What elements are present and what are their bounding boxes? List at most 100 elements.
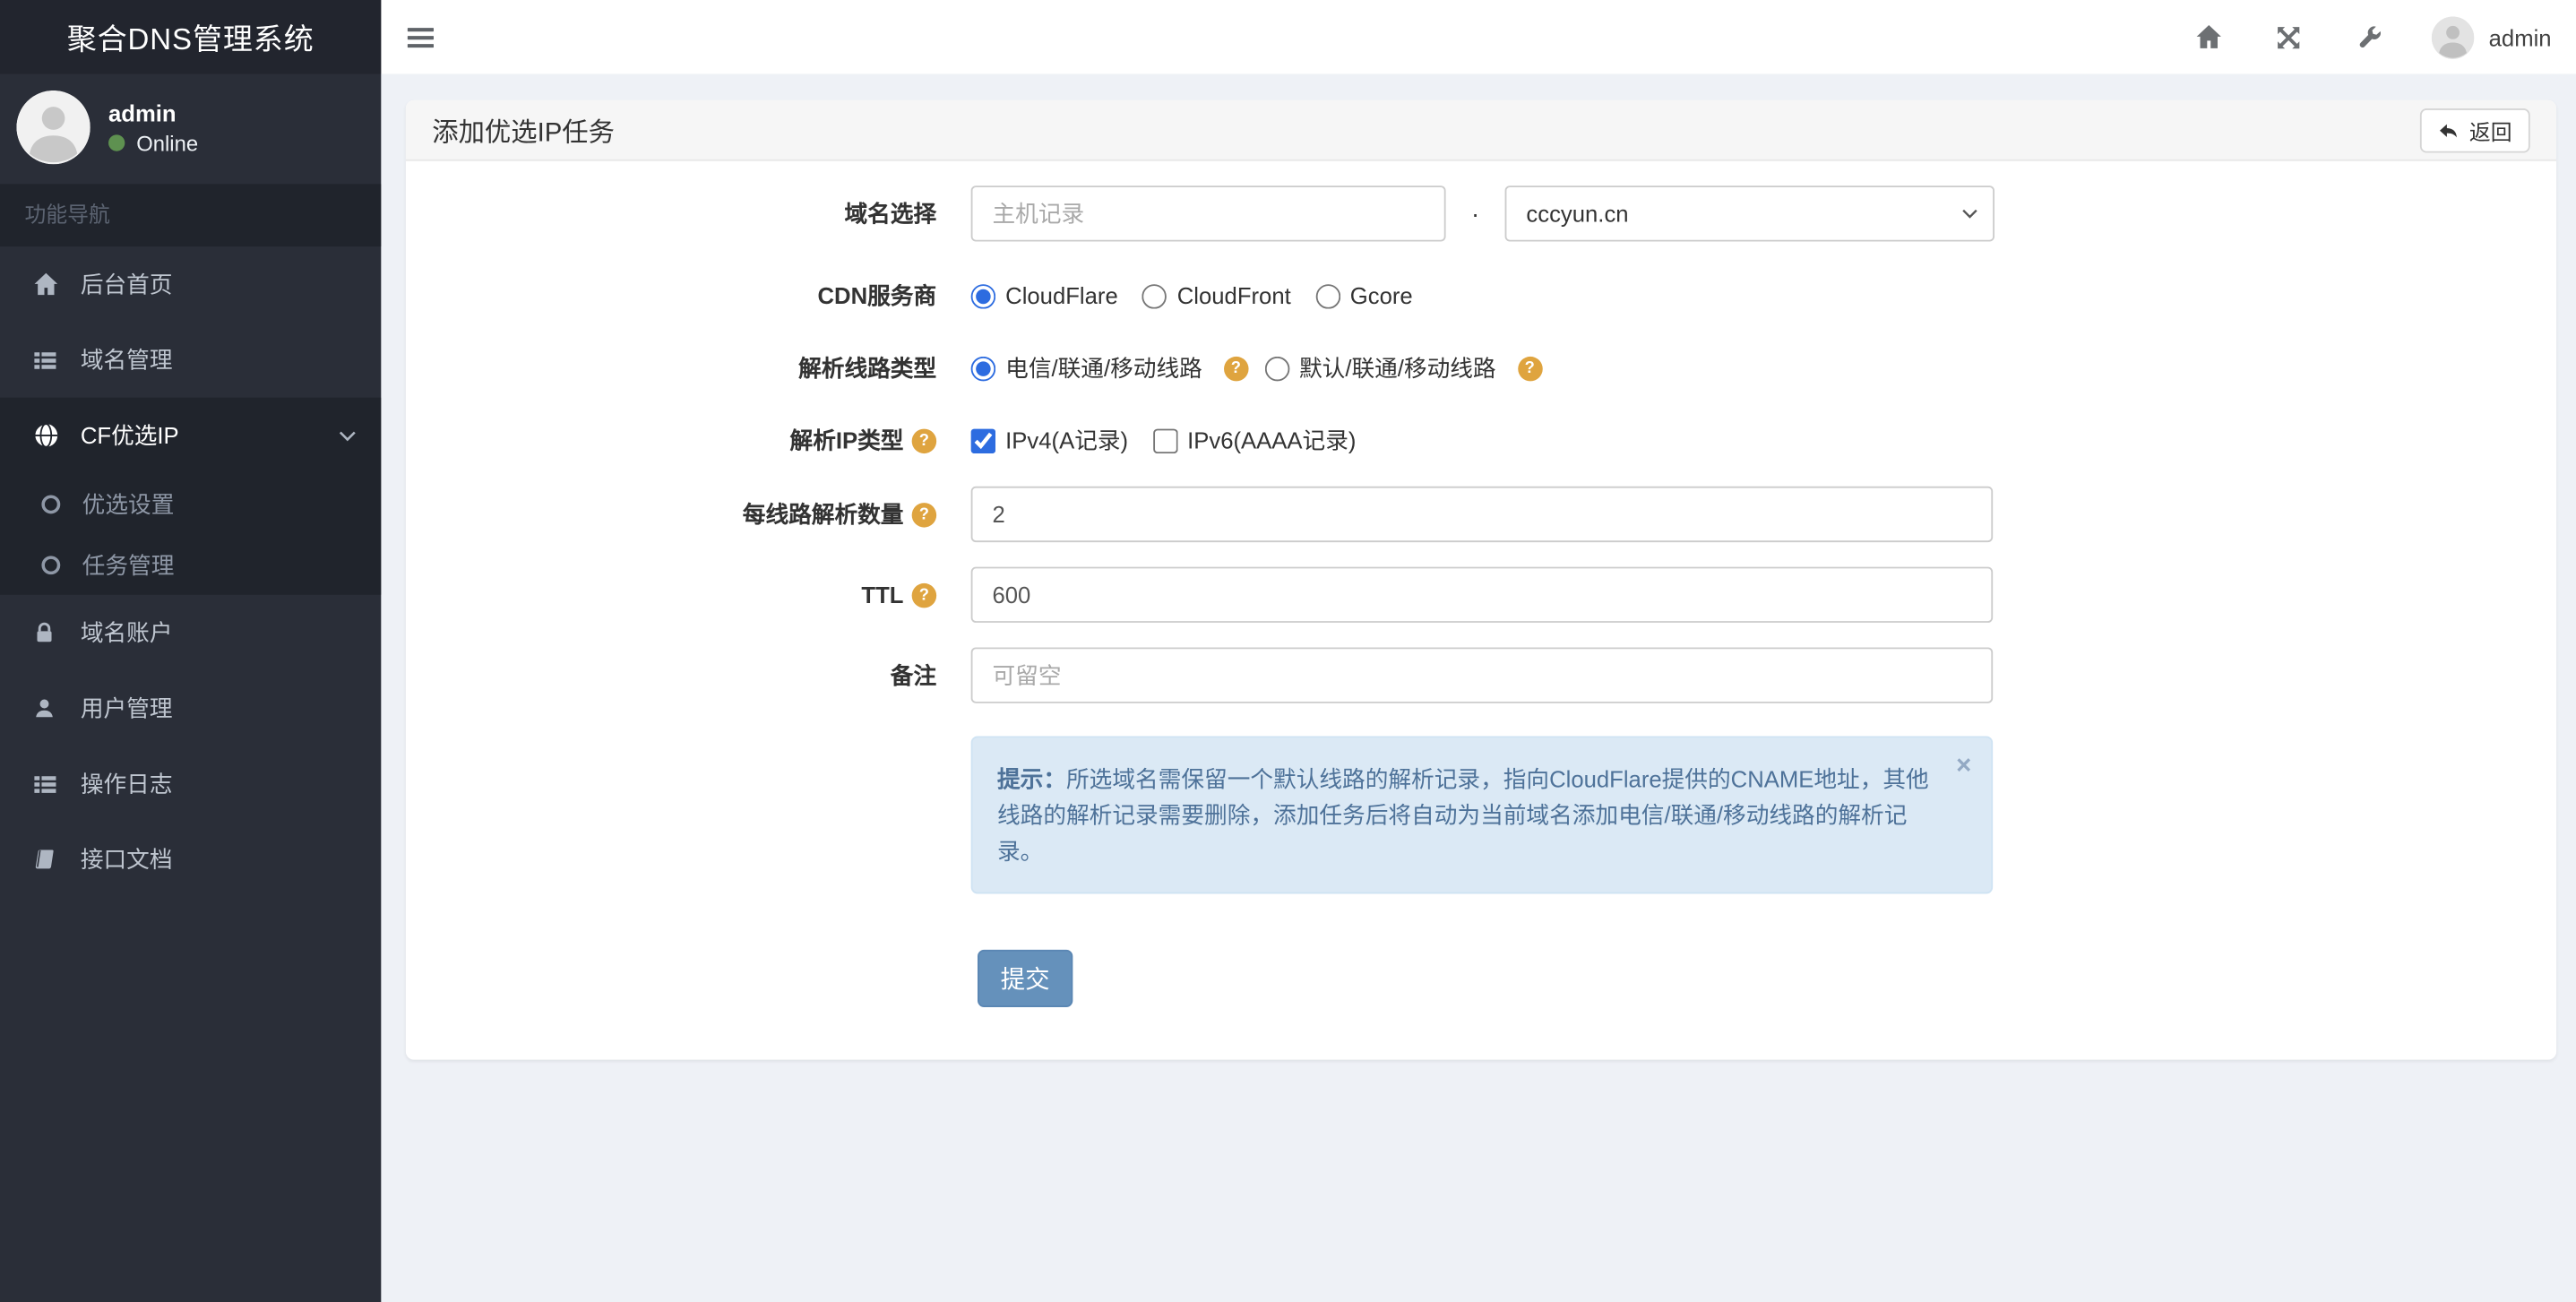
form-row-domain: 域名选择 . cccyun.cn: [406, 185, 2556, 242]
sidebar-item-label: 优选设置: [82, 490, 175, 517]
cdn-radio-cloudflare[interactable]: [970, 283, 996, 308]
help-icon[interactable]: ?: [911, 427, 937, 453]
avatar-person-icon: [16, 90, 90, 165]
cdn-radio-gcore[interactable]: [1315, 283, 1340, 308]
per-line-label: 每线路解析数量 ?: [406, 498, 937, 531]
line-type-radio-default[interactable]: [1264, 355, 1289, 381]
ttl-input[interactable]: [970, 566, 1994, 623]
help-icon[interactable]: ?: [911, 502, 937, 527]
help-icon[interactable]: ?: [911, 582, 937, 608]
ipv6-checkbox[interactable]: [1152, 427, 1178, 453]
page-title: 添加优选IP任务: [432, 119, 615, 149]
content-area: 添加优选IP任务 返回 域名选择 .: [381, 73, 2576, 1302]
sidebar-item-domain-accounts[interactable]: 域名账户: [0, 595, 381, 670]
book-icon: [33, 848, 59, 871]
home-button[interactable]: [2168, 0, 2249, 74]
sidebar-nav: 后台首页 域名管理 CF优选IP 优选设置 任务管理 域名账户 用户管理 操作日…: [0, 246, 382, 897]
sidebar-user-panel: admin Online: [0, 74, 381, 185]
line-type-label: 解析线路类型: [798, 355, 937, 382]
chevron-down-icon: [339, 429, 357, 441]
sidebar-item-api-docs[interactable]: 接口文档: [0, 822, 381, 897]
user-name: admin: [108, 99, 177, 126]
domain-label: 域名选择: [844, 200, 937, 228]
sidebar-item-task-management[interactable]: 任务管理: [0, 534, 381, 595]
user-avatar: [16, 90, 90, 165]
topbar-right: admin: [2168, 0, 2576, 74]
sidebar-item-label: 操作日志: [80, 770, 173, 798]
form-row-line-type: 解析线路类型 电信/联通/移动线路 ? 默认/联通/移动线路 ?: [406, 351, 2556, 384]
avatar-person-icon: [2431, 15, 2475, 59]
expand-arrows-icon: [2278, 26, 2300, 48]
cdn-option-cloudflare[interactable]: CloudFlare: [970, 282, 1118, 309]
cdn-label: CDN服务商: [817, 282, 937, 309]
back-button-label: 返回: [2468, 118, 2512, 144]
tip-alert-title: 提示：: [996, 765, 1067, 792]
home-icon: [2196, 25, 2221, 48]
tip-alert-text: 所选域名需保留一个默认线路的解析记录，指向CloudFlare提供的CNAME地…: [996, 765, 1929, 865]
lock-icon: [33, 621, 59, 644]
app-logo[interactable]: 聚合DNS管理系统: [0, 0, 382, 74]
domain-select[interactable]: cccyun.cn: [1504, 185, 1994, 242]
cdn-option-cloudfront[interactable]: CloudFront: [1142, 282, 1291, 309]
ipv4-checkbox[interactable]: [970, 427, 996, 453]
sidebar-item-dashboard[interactable]: 后台首页: [0, 246, 381, 322]
list-icon: [33, 348, 59, 373]
sidebar-item-label: 域名账户: [80, 619, 173, 646]
sidebar-item-domains[interactable]: 域名管理: [0, 322, 381, 397]
sidebar-item-label: 后台首页: [80, 271, 173, 297]
back-button[interactable]: 返回: [2419, 108, 2530, 152]
user-icon: [33, 696, 59, 720]
online-status-icon: [108, 134, 125, 151]
domain-select-wrap: cccyun.cn: [1504, 185, 1994, 242]
topbar-username[interactable]: admin: [2489, 24, 2552, 50]
ip-type-option-ipv6[interactable]: IPv6(AAAA记录): [1152, 424, 1356, 457]
help-icon[interactable]: ?: [1517, 355, 1542, 381]
form-row-cdn: CDN服务商 CloudFlare CloudFront Gcore: [406, 280, 2556, 313]
form-row-per-line: 每线路解析数量 ?: [406, 486, 2556, 543]
sidebar-item-label: 接口文档: [80, 846, 173, 873]
host-record-input[interactable]: [970, 185, 1446, 242]
line-type-radio-isp[interactable]: [970, 355, 996, 381]
remark-label: 备注: [890, 661, 937, 689]
sidebar: 聚合DNS管理系统 admin Online 功能导航 后台首页 域名管理 CF…: [0, 0, 382, 1302]
cdn-option-gcore[interactable]: Gcore: [1315, 282, 1413, 309]
line-type-option-isp[interactable]: 电信/联通/移动线路: [970, 351, 1202, 384]
domain-dot-separator: .: [1471, 194, 1479, 223]
ip-type-label: 解析IP类型 ?: [406, 424, 937, 457]
sidebar-group-cf-ip: CF优选IP 优选设置 任务管理: [0, 397, 382, 595]
user-status-label: Online: [136, 130, 199, 156]
circle-o-icon: [39, 553, 63, 576]
circle-o-icon: [39, 492, 63, 515]
line-type-option-default[interactable]: 默认/联通/移动线路: [1264, 351, 1496, 384]
ttl-label: TTL ?: [406, 582, 937, 608]
user-status: Online: [108, 130, 199, 156]
app-root: 聚合DNS管理系统 admin Online 功能导航 后台首页 域名管理 CF…: [0, 0, 2576, 1302]
topbar-avatar[interactable]: [2431, 15, 2475, 59]
remark-input[interactable]: [970, 647, 1994, 703]
settings-button[interactable]: [2330, 0, 2410, 74]
list-icon: [33, 772, 59, 797]
sidebar-item-cf-ip[interactable]: CF优选IP: [0, 398, 381, 473]
fullscreen-button[interactable]: [2249, 0, 2330, 74]
hamburger-icon: [407, 27, 435, 47]
sidebar-item-logs[interactable]: 操作日志: [0, 746, 381, 821]
cdn-radio-cloudfront[interactable]: [1142, 283, 1167, 308]
per-line-count-input[interactable]: [970, 486, 1994, 543]
form-row-ttl: TTL ?: [406, 566, 2556, 623]
help-icon[interactable]: ?: [1223, 355, 1249, 381]
close-icon[interactable]: ×: [1956, 754, 1971, 780]
sidebar-section-label: 功能导航: [0, 184, 382, 247]
card-body: 域名选择 . cccyun.cn: [406, 161, 2556, 1060]
reply-arrow-icon: [2439, 123, 2457, 137]
submit-button[interactable]: 提交: [977, 949, 1073, 1007]
app-title: 聚合DNS管理系统: [66, 22, 314, 56]
sidebar-item-preferred-settings[interactable]: 优选设置: [0, 473, 381, 534]
globe-icon: [33, 422, 59, 448]
wrench-icon: [2360, 25, 2382, 47]
form-row-ip-type: 解析IP类型 ? IPv4(A记录) IPv6(AAAA记录): [406, 424, 2556, 457]
ip-type-option-ipv4[interactable]: IPv4(A记录): [970, 424, 1128, 457]
sidebar-item-users[interactable]: 用户管理: [0, 670, 381, 746]
sidebar-toggle-button[interactable]: [381, 0, 460, 74]
sidebar-item-label: 用户管理: [80, 694, 173, 721]
card-header: 添加优选IP任务 返回: [405, 99, 2557, 161]
